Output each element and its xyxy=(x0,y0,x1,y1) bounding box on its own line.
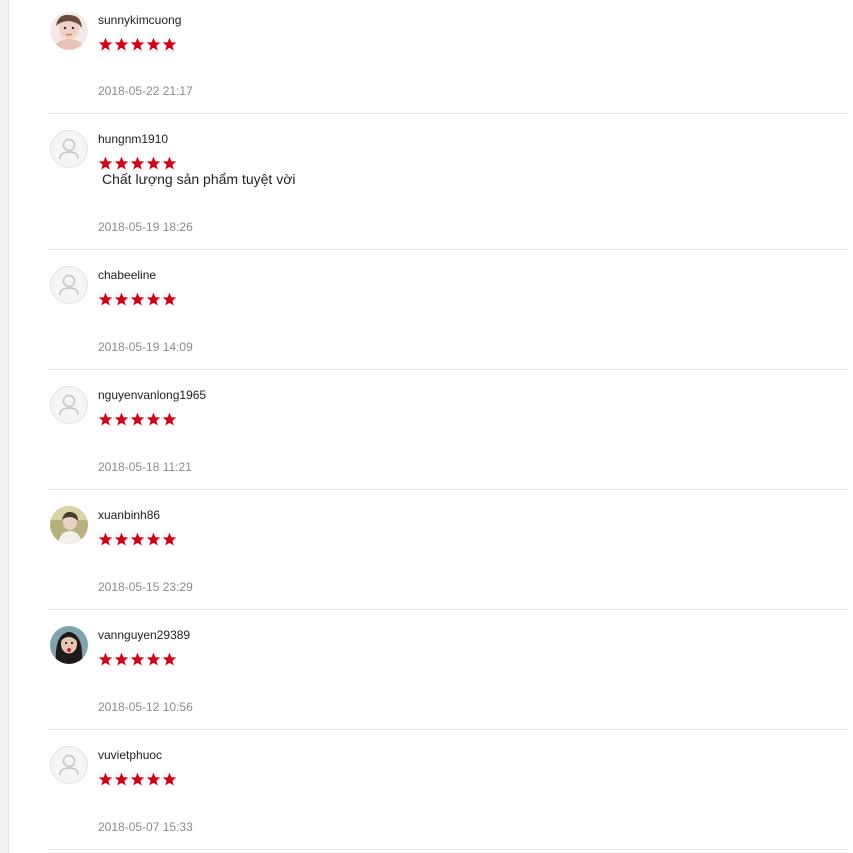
rating-stars xyxy=(98,772,177,788)
review-username[interactable]: chabeeline xyxy=(98,268,156,282)
star-icon xyxy=(146,37,161,51)
review-timestamp: 2018-05-07 15:33 xyxy=(98,820,193,834)
user-avatar[interactable] xyxy=(50,12,88,50)
review-item: xuanbinh86 2018-05-15 23:29 xyxy=(48,490,848,610)
user-avatar[interactable] xyxy=(50,626,88,664)
star-icon xyxy=(146,652,161,666)
star-icon xyxy=(146,412,161,426)
review-username[interactable]: xuanbinh86 xyxy=(98,508,160,522)
star-icon xyxy=(130,772,145,786)
review-username[interactable]: hungnm1910 xyxy=(98,132,168,146)
star-icon xyxy=(114,772,129,786)
rating-stars xyxy=(98,532,177,548)
star-icon xyxy=(114,292,129,306)
rating-stars xyxy=(98,292,177,308)
review-timestamp: 2018-05-19 18:26 xyxy=(98,220,193,234)
star-icon xyxy=(130,412,145,426)
review-comment: Chất lượng sản phẩm tuyệt vời xyxy=(102,171,296,187)
review-item: nguyenvanlong1965 2018-05-18 11:21 xyxy=(48,370,848,490)
star-icon xyxy=(130,292,145,306)
review-username[interactable]: sunnykimcuong xyxy=(98,13,181,27)
review-list: sunnykimcuong 2018-05-22 21:17 hungnm191… xyxy=(48,0,848,850)
star-icon xyxy=(146,292,161,306)
rating-stars xyxy=(98,652,177,668)
default-user-icon[interactable] xyxy=(50,386,88,424)
review-username[interactable]: vannguyen29389 xyxy=(98,628,190,642)
star-icon xyxy=(162,37,177,51)
review-item: vannguyen29389 2018-05-12 10:56 xyxy=(48,610,848,730)
review-item: vuvietphuoc 2018-05-07 15:33 xyxy=(48,730,848,850)
star-icon xyxy=(130,156,145,170)
review-username[interactable]: vuvietphuoc xyxy=(98,748,162,762)
star-icon xyxy=(162,156,177,170)
review-item: sunnykimcuong 2018-05-22 21:17 xyxy=(48,0,848,114)
user-avatar[interactable] xyxy=(50,506,88,544)
star-icon xyxy=(98,292,113,306)
star-icon xyxy=(162,652,177,666)
star-icon xyxy=(98,156,113,170)
star-icon xyxy=(98,412,113,426)
star-icon xyxy=(146,532,161,546)
review-timestamp: 2018-05-19 14:09 xyxy=(98,340,193,354)
star-icon xyxy=(98,532,113,546)
star-icon xyxy=(130,652,145,666)
left-border xyxy=(0,0,9,853)
review-timestamp: 2018-05-15 23:29 xyxy=(98,580,193,594)
star-icon xyxy=(146,156,161,170)
star-icon xyxy=(162,412,177,426)
review-timestamp: 2018-05-18 11:21 xyxy=(98,460,192,474)
star-icon xyxy=(114,156,129,170)
review-username[interactable]: nguyenvanlong1965 xyxy=(98,388,206,402)
star-icon xyxy=(114,652,129,666)
star-icon xyxy=(98,37,113,51)
default-user-icon[interactable] xyxy=(50,130,88,168)
review-timestamp: 2018-05-12 10:56 xyxy=(98,700,193,714)
review-page: sunnykimcuong 2018-05-22 21:17 hungnm191… xyxy=(0,0,853,853)
star-icon xyxy=(98,652,113,666)
review-item: hungnm1910 Chất lượng sản phẩm tuyệt vời… xyxy=(48,114,848,250)
star-icon xyxy=(114,37,129,51)
review-timestamp: 2018-05-22 21:17 xyxy=(98,84,193,98)
rating-stars xyxy=(98,37,177,53)
star-icon xyxy=(114,532,129,546)
rating-stars xyxy=(98,156,177,172)
star-icon xyxy=(130,37,145,51)
review-item: chabeeline 2018-05-19 14:09 xyxy=(48,250,848,370)
star-icon xyxy=(162,532,177,546)
star-icon xyxy=(130,532,145,546)
default-user-icon[interactable] xyxy=(50,266,88,304)
rating-stars xyxy=(98,412,177,428)
star-icon xyxy=(114,412,129,426)
star-icon xyxy=(162,772,177,786)
star-icon xyxy=(146,772,161,786)
star-icon xyxy=(98,772,113,786)
default-user-icon[interactable] xyxy=(50,746,88,784)
star-icon xyxy=(162,292,177,306)
